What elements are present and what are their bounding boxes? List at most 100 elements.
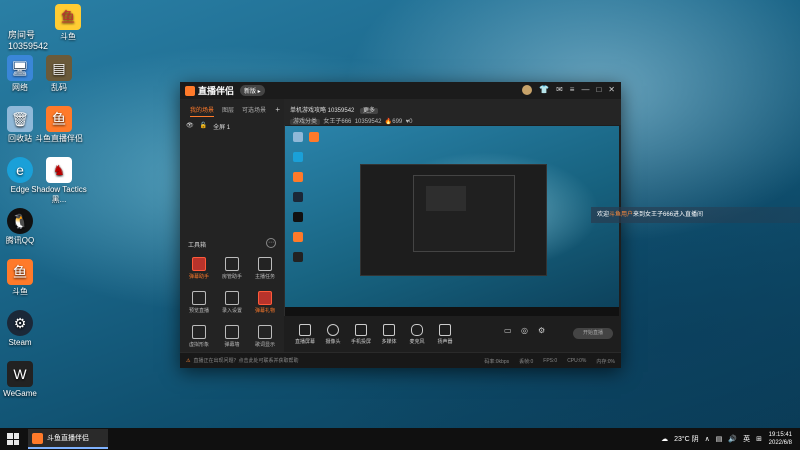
tool-preview[interactable]: 预览直播 [184,291,214,314]
stream-preview[interactable] [285,126,619,316]
microphone-button[interactable]: 麦克风 [402,324,432,345]
eye-icon[interactable]: 👁 [186,122,194,131]
camera-icon [327,324,339,336]
desktop-icon-folder[interactable]: ▤ 乱码 [29,55,89,93]
steam-icon: ⚙ [7,310,33,336]
microphone-icon [411,324,423,336]
toolbox-more-icon[interactable]: ⋯ [266,238,276,248]
preview-icon-douyu2 [293,172,303,182]
weather-text[interactable]: 23°C 阴 [674,434,699,444]
help-link[interactable]: 直播正在出现问题？点击此处可联系并获取帮助 [193,357,298,364]
desktop-icon-qq[interactable]: 🐧 腾讯QQ [0,208,50,246]
fans-count: 0 [409,119,413,125]
warning-icon: ⚠ [186,357,191,364]
gift-icon [258,291,272,305]
taskbar-app-douyu[interactable]: 斗鱼直播伴侣 [28,429,108,449]
tab-optional-scenes[interactable]: 可选场景 [242,105,266,117]
close-icon[interactable]: ✕ [608,85,615,95]
preview-icon-wegame [293,252,303,262]
download-icon [225,291,239,305]
tool-lyrics[interactable]: 歌词显示 [250,325,280,348]
game-icon: ♞ [46,157,72,183]
window-titlebar[interactable]: 直播伴侣 新版 ▸ 👕 ✉ ≡ — □ ✕ [180,82,621,99]
desktop-icon-shadow-tactics[interactable]: ♞ Shadow Tactics 黑... [29,157,89,205]
screen-capture-button[interactable]: 直播屏幕 [290,324,320,345]
wegame-icon: W [7,361,33,387]
cloud-icon: ☁ [661,436,669,443]
desktop-icon-douyu-companion[interactable]: 鱼 斗鱼直播伴侣 [29,106,89,144]
task-icon [258,257,272,271]
menu-icon[interactable]: ≡ [570,85,575,95]
windows-start-icon[interactable] [7,433,19,445]
record-icon[interactable]: ▭ [504,326,512,335]
tool-danmu-wall[interactable]: 弹幕墙 [217,325,247,348]
danmaku-notification: 欢迎斗鱼用户来到女王子666进入直播间 [591,207,800,223]
scene-panel: 我的场景 图层 可选场景 + 👁 🔓 全屏 1 工具箱 ⋯ 弹幕助手 房管助手 … [180,99,285,353]
window-controls: 👕 ✉ ≡ — □ ✕ [522,85,615,95]
network-tray-icon[interactable]: ▤ [716,435,723,443]
mail-icon[interactable]: ✉ [556,85,563,95]
play-icon [383,324,395,336]
tab-layers[interactable]: 图层 [222,105,234,117]
windows-taskbar: 斗鱼直播伴侣 ☁ 23°C 阴 ∧ ▤ 🔊 英 ⊞ 19:15:41 2022/… [0,428,800,450]
version-badge[interactable]: 新版 ▸ [240,85,265,96]
tool-record-settings[interactable]: 录入设置 [217,291,247,314]
avatar[interactable] [522,85,533,95]
start-live-button[interactable]: 开始直播 [573,328,613,339]
preview-icon-douyu [309,132,319,142]
preview-taskbar [285,307,619,316]
app-logo: 直播伴侣 [185,84,234,97]
room-title[interactable]: 单机游戏攻略 10359542 [290,108,354,114]
monitor-icon [299,324,311,336]
scene-tabs: 我的场景 图层 可选场景 + [180,99,284,117]
preview-icon-douyu3 [293,232,303,242]
camera-button[interactable]: 摄像头 [318,324,348,345]
category-button[interactable]: 游戏分类 [290,119,321,125]
room-tag[interactable]: 更多 [360,108,379,114]
status-bar: ⚠ 直播正在出现问题？点击此处可联系并获取帮助 码率:0kbps 丢帧:0 FP… [180,352,621,368]
speaker-button[interactable]: 扬声器 [430,324,460,345]
scene-item[interactable]: 👁 🔓 全屏 1 [180,117,284,136]
streamer-name: 女王子666 [323,119,352,125]
avatar-icon [192,325,206,339]
preview-icon-qq [293,212,303,222]
tab-my-scenes[interactable]: 我的场景 [190,105,215,117]
volume-icon[interactable]: 🔊 [728,435,737,443]
add-scene-icon[interactable]: + [275,105,280,117]
tool-danmu-assistant[interactable]: 弹幕助手 [184,257,214,280]
lock-icon[interactable]: 🔓 [200,122,207,131]
desktop-icon-steam[interactable]: ⚙ Steam [0,310,50,348]
settings-icon[interactable]: ⚙ [538,326,545,335]
media-button[interactable]: 多媒体 [374,324,404,345]
preview-icon [192,291,206,305]
input-mode-icon[interactable]: ⊞ [756,435,762,443]
wall-icon [225,325,239,339]
tool-tasks[interactable]: 主播任务 [250,257,280,280]
skin-icon[interactable]: 👕 [539,85,549,95]
system-tray: ☁ 23°C 阴 ∧ ▤ 🔊 英 ⊞ [661,434,762,444]
preview-icon-edge [293,152,303,162]
lyrics-icon [258,325,272,339]
maximize-icon[interactable]: □ [596,85,601,95]
phone-cast-button[interactable]: 手机投屏 [346,324,376,345]
tool-room-manager[interactable]: 房管助手 [217,257,247,280]
tool-avatar[interactable]: 虚拟形象 [184,325,214,348]
taskbar-clock[interactable]: 19:15:41 2022/6/8 [769,431,792,447]
recursive-preview-window [360,164,547,276]
eye-settings-icon[interactable]: ◎ [521,326,528,335]
desktop-icon-douyu[interactable]: 鱼 斗鱼 [0,259,50,297]
room-info-bar: 单机游戏攻略 10359542 更多 游戏分类 女王子666 10359542 … [284,99,621,125]
preview-icon-recycle [293,132,303,142]
tool-gift[interactable]: 弹幕礼物 [250,291,280,314]
ime-indicator[interactable]: 英 [743,434,750,444]
minimize-icon[interactable]: — [581,85,589,95]
desktop-icon-wegame[interactable]: W WeGame [0,361,50,399]
douyu-icon: 鱼 [46,106,72,132]
recursive-preview-inner [413,175,515,252]
tray-expand-icon[interactable]: ∧ [705,435,710,443]
hot-count: 699 [392,119,403,125]
speaker-icon [439,324,451,336]
danmu-icon [192,257,206,271]
preview-icon-steam [293,192,303,202]
toolbox-title: 工具箱 [188,243,207,249]
